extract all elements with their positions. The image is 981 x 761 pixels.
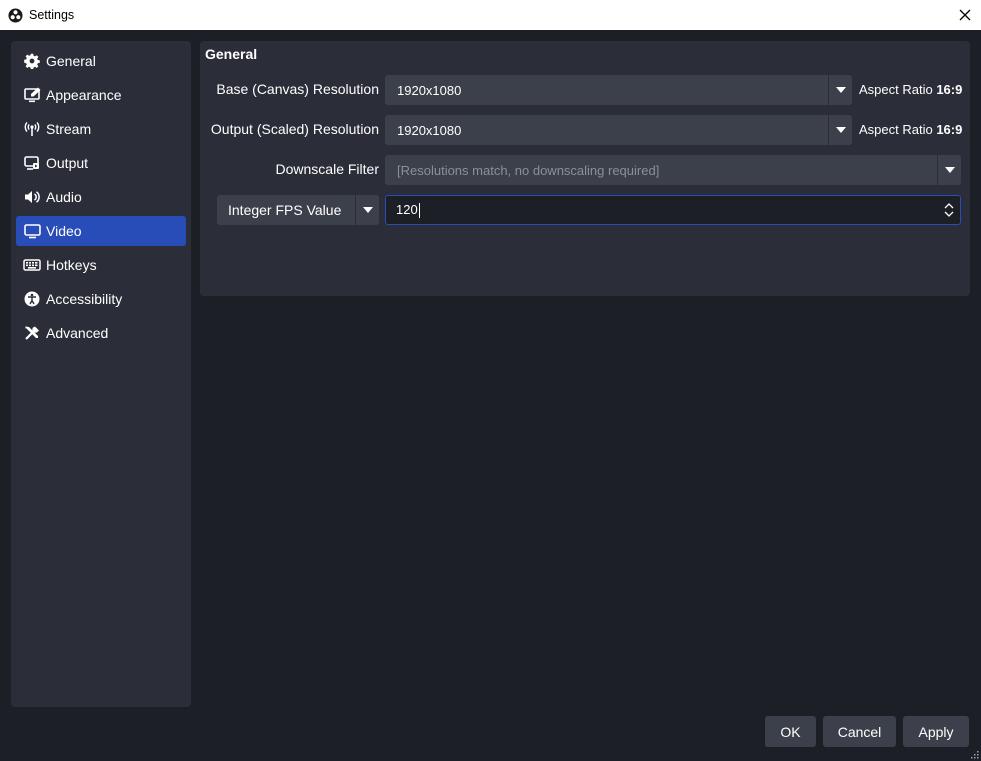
- base-resolution-combo[interactable]: 1920x1080: [385, 75, 852, 105]
- sidebar-item-label: Appearance: [46, 87, 122, 103]
- sidebar-item-stream[interactable]: Stream: [16, 114, 186, 144]
- downscale-filter-value: [Resolutions match, no downscaling requi…: [397, 162, 660, 178]
- sidebar-item-label: Video: [46, 223, 82, 239]
- chevron-down-icon[interactable]: [355, 195, 379, 225]
- appearance-icon: [23, 86, 41, 104]
- cancel-button[interactable]: Cancel: [823, 716, 896, 747]
- broadcast-icon: [23, 120, 41, 138]
- ok-button[interactable]: OK: [765, 716, 816, 747]
- base-resolution-value: 1920x1080: [397, 82, 462, 98]
- sidebar-item-label: Stream: [46, 121, 92, 137]
- keyboard-icon: [23, 256, 41, 274]
- section-title: General: [205, 46, 258, 62]
- sidebar-item-appearance[interactable]: Appearance: [16, 80, 186, 110]
- aspect-ratio-value: 16:9: [936, 122, 963, 137]
- aspect-ratio-prefix: Aspect Ratio: [859, 122, 933, 137]
- fps-value: 120: [396, 201, 418, 217]
- text-cursor: [418, 203, 420, 219]
- chevron-down-icon[interactable]: [828, 75, 852, 105]
- settings-sidebar: General Appearance Stream Output Audio V…: [11, 41, 191, 707]
- base-resolution-label: Base (Canvas) Resolution: [216, 81, 379, 97]
- sidebar-item-audio[interactable]: Audio: [16, 182, 186, 212]
- monitor-icon: [23, 222, 41, 240]
- close-button[interactable]: [949, 0, 981, 30]
- obs-logo-icon: [8, 7, 23, 23]
- chevron-up-icon: [944, 203, 954, 209]
- chevron-down-icon[interactable]: [937, 155, 961, 185]
- speaker-icon: [23, 188, 41, 206]
- output-icon: [23, 154, 41, 172]
- output-aspect-ratio: Aspect Ratio 16:9: [859, 122, 962, 137]
- sidebar-item-general[interactable]: General: [16, 46, 186, 76]
- chevron-down-icon: [944, 211, 954, 217]
- sidebar-item-label: Hotkeys: [46, 257, 97, 273]
- sidebar-item-accessibility[interactable]: Accessibility: [16, 284, 186, 314]
- downscale-filter-combo[interactable]: [Resolutions match, no downscaling requi…: [385, 155, 961, 185]
- aspect-ratio-value: 16:9: [936, 82, 963, 97]
- fps-value-spinbox[interactable]: 120: [385, 195, 961, 225]
- close-icon: [959, 9, 971, 21]
- title-bar: Settings: [0, 0, 981, 30]
- resize-grip-icon[interactable]: [971, 751, 979, 759]
- fps-type-value: Integer FPS Value: [228, 202, 342, 218]
- output-resolution-value: 1920x1080: [397, 122, 462, 138]
- window-title: Settings: [29, 8, 75, 22]
- chevron-down-icon[interactable]: [828, 115, 852, 145]
- sidebar-item-label: Advanced: [46, 325, 109, 341]
- fps-type-combo[interactable]: Integer FPS Value: [217, 195, 379, 225]
- sidebar-item-label: Audio: [46, 189, 82, 205]
- sidebar-item-hotkeys[interactable]: Hotkeys: [16, 250, 186, 280]
- tools-icon: [23, 324, 41, 342]
- sidebar-item-label: Accessibility: [46, 291, 123, 307]
- accessibility-icon: [23, 290, 41, 308]
- apply-button[interactable]: Apply: [903, 716, 969, 747]
- downscale-filter-label: Downscale Filter: [275, 161, 379, 177]
- sidebar-item-video[interactable]: Video: [16, 216, 186, 246]
- aspect-ratio-prefix: Aspect Ratio: [859, 82, 933, 97]
- spin-arrows[interactable]: [938, 196, 960, 224]
- output-resolution-combo[interactable]: 1920x1080: [385, 115, 852, 145]
- sidebar-item-label: Output: [46, 155, 89, 171]
- gear-icon: [23, 52, 41, 70]
- output-resolution-label: Output (Scaled) Resolution: [210, 121, 379, 137]
- sidebar-item-label: General: [46, 53, 96, 69]
- base-aspect-ratio: Aspect Ratio 16:9: [859, 82, 962, 97]
- sidebar-item-advanced[interactable]: Advanced: [16, 318, 186, 348]
- sidebar-item-output[interactable]: Output: [16, 148, 186, 178]
